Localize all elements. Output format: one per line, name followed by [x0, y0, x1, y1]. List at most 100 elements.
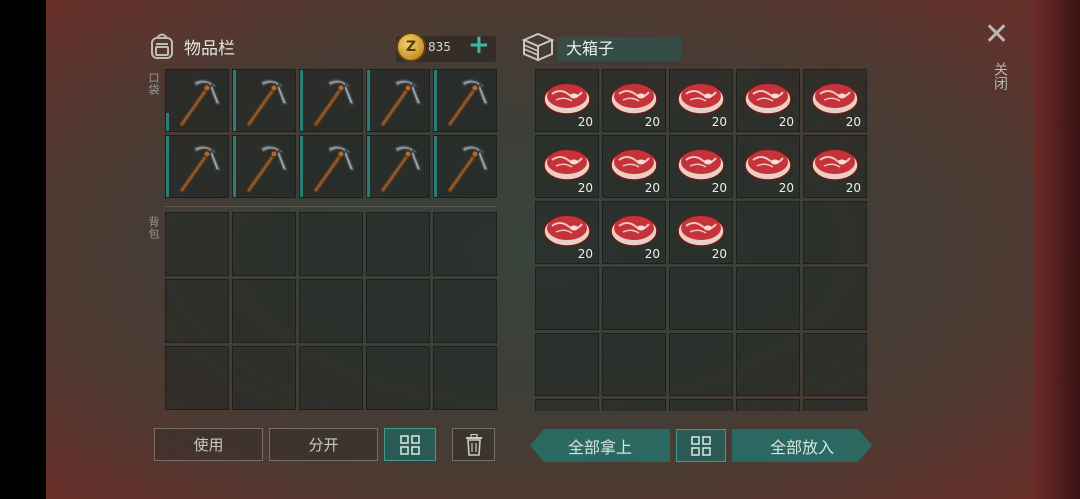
- coin-icon: Z: [396, 32, 426, 62]
- pocket-label: 口袋: [147, 72, 160, 96]
- chest-slot[interactable]: [736, 399, 800, 411]
- backpack-slot[interactable]: [232, 279, 296, 343]
- backpack-slot[interactable]: [299, 279, 363, 343]
- trash-button[interactable]: [452, 428, 495, 461]
- chest-slot[interactable]: [602, 333, 666, 396]
- durability-bar: [434, 136, 437, 197]
- chest-slot[interactable]: 20: [736, 135, 800, 198]
- sort-inventory-button[interactable]: [384, 428, 436, 461]
- pickaxe-icon: [447, 145, 490, 193]
- item-quantity: 20: [644, 247, 660, 261]
- chest-slot[interactable]: 20: [535, 69, 599, 132]
- chest-slot[interactable]: [669, 267, 733, 330]
- chest-slot[interactable]: [803, 333, 867, 396]
- chest-slot[interactable]: [803, 399, 867, 411]
- chest-slot[interactable]: 20: [669, 135, 733, 198]
- chest-slot[interactable]: 20: [535, 201, 599, 264]
- item-quantity: 20: [845, 115, 861, 129]
- chest-slot[interactable]: [803, 201, 867, 264]
- item-quantity: 20: [845, 181, 861, 195]
- pocket-slot[interactable]: [165, 135, 229, 198]
- chest-slot[interactable]: [669, 399, 733, 411]
- pocket-slot[interactable]: [299, 69, 363, 132]
- backpack-label: 背包: [147, 216, 160, 240]
- chest-slot[interactable]: [736, 201, 800, 264]
- chest-slot[interactable]: 20: [535, 135, 599, 198]
- item-quantity: 20: [711, 181, 727, 195]
- durability-bar: [367, 136, 370, 197]
- chest-slot[interactable]: [736, 267, 800, 330]
- close-icon[interactable]: ✕: [984, 20, 1009, 50]
- close-label[interactable]: 关闭: [990, 62, 1010, 90]
- split-button[interactable]: 分开: [269, 428, 378, 461]
- sort-chest-button[interactable]: [676, 429, 726, 462]
- item-quantity: 20: [778, 115, 794, 129]
- backpack-slot[interactable]: [165, 346, 229, 410]
- backpack-slot[interactable]: [433, 346, 497, 410]
- pocket-grid: [165, 69, 497, 198]
- pocket-slot[interactable]: [366, 135, 430, 198]
- chest-slot[interactable]: 20: [736, 69, 800, 132]
- chest-slot[interactable]: 20: [803, 69, 867, 132]
- durability-bar: [233, 70, 236, 131]
- item-quantity: 20: [644, 181, 660, 195]
- chest-title: 大箱子: [558, 37, 681, 61]
- chest-scroll-area[interactable]: 20 20 20 20 20 20 20 20 20 20 20 20 20: [535, 69, 867, 411]
- add-coins-button[interactable]: +: [468, 32, 490, 58]
- item-quantity: 20: [711, 115, 727, 129]
- pocket-slot[interactable]: [366, 69, 430, 132]
- durability-bar: [233, 136, 236, 197]
- pickaxe-icon: [380, 145, 423, 193]
- chest-slot[interactable]: 20: [602, 69, 666, 132]
- chest-header: [520, 30, 556, 64]
- use-button[interactable]: 使用: [154, 428, 263, 461]
- pocket-slot[interactable]: [232, 135, 296, 198]
- item-quantity: 20: [778, 181, 794, 195]
- trash-icon: [465, 433, 482, 456]
- pocket-slot[interactable]: [232, 69, 296, 132]
- take-all-button[interactable]: 全部拿上: [530, 429, 670, 462]
- chest-slot[interactable]: [602, 267, 666, 330]
- chest-slot[interactable]: [535, 333, 599, 396]
- item-quantity: 20: [577, 181, 593, 195]
- pocket-slot[interactable]: [433, 135, 497, 198]
- chest-slot[interactable]: 20: [669, 201, 733, 264]
- chest-slot[interactable]: [535, 399, 599, 411]
- chest-slot[interactable]: [602, 399, 666, 411]
- pocket-slot[interactable]: [299, 135, 363, 198]
- put-all-button[interactable]: 全部放入: [732, 429, 872, 462]
- chest-slot[interactable]: 20: [602, 201, 666, 264]
- chest-slot[interactable]: [669, 333, 733, 396]
- backpack-slot[interactable]: [165, 212, 229, 276]
- backpack-slot[interactable]: [366, 346, 430, 410]
- section-divider: [165, 206, 495, 207]
- pickaxe-icon: [246, 145, 289, 193]
- pocket-slot[interactable]: [433, 69, 497, 132]
- pickaxe-icon: [380, 79, 423, 127]
- chest-slot[interactable]: 20: [669, 69, 733, 132]
- backpack-slot[interactable]: [433, 212, 497, 276]
- backpack-slot[interactable]: [433, 279, 497, 343]
- chest-slot[interactable]: [535, 267, 599, 330]
- backpack-slot[interactable]: [299, 346, 363, 410]
- backpack-grid: [165, 212, 497, 410]
- backpack-slot[interactable]: [299, 212, 363, 276]
- pickaxe-icon: [313, 145, 356, 193]
- backpack-slot[interactable]: [232, 212, 296, 276]
- pickaxe-icon: [179, 145, 222, 193]
- item-quantity: 20: [644, 115, 660, 129]
- backpack-slot[interactable]: [165, 279, 229, 343]
- chest-slot[interactable]: 20: [602, 135, 666, 198]
- chest-slot[interactable]: [736, 333, 800, 396]
- pickaxe-icon: [313, 79, 356, 127]
- pocket-slot[interactable]: [165, 69, 229, 132]
- game-screen: 物品栏 Z 835 + 口袋 背包 大箱子 20 20 20 20 20 20 20 20 20…: [46, 0, 1034, 499]
- durability-bar: [166, 136, 169, 197]
- durability-bar: [300, 136, 303, 197]
- backpack-slot[interactable]: [232, 346, 296, 410]
- chest-slot[interactable]: [803, 267, 867, 330]
- item-quantity: 20: [577, 247, 593, 261]
- backpack-slot[interactable]: [366, 279, 430, 343]
- chest-slot[interactable]: 20: [803, 135, 867, 198]
- backpack-slot[interactable]: [366, 212, 430, 276]
